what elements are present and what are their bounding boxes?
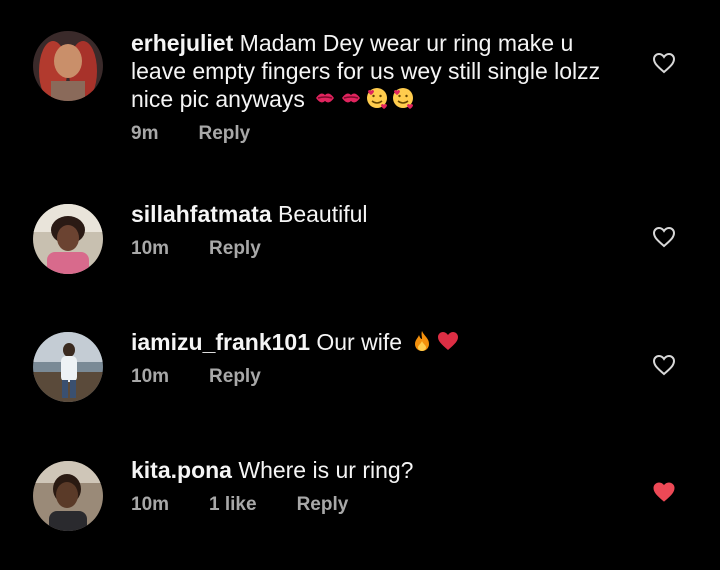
comment-timestamp: 10m bbox=[131, 494, 170, 515]
like-heart-icon[interactable] bbox=[652, 52, 676, 74]
comment-meta: 9m Reply bbox=[131, 123, 631, 145]
fire-icon bbox=[410, 329, 434, 353]
comment-message: Our wife bbox=[316, 329, 403, 355]
comment-username[interactable]: erhejuliet bbox=[131, 30, 233, 56]
comment-text: erhejuliet Madam Dey wear ur ring make u… bbox=[131, 29, 631, 113]
reply-button[interactable]: Reply bbox=[209, 238, 261, 260]
comment-meta: 10m Reply bbox=[131, 238, 631, 260]
like-heart-icon[interactable] bbox=[652, 226, 676, 248]
kiss-mark-icon bbox=[313, 86, 337, 110]
comments-list: erhejuliet Madam Dey wear ur ring make u… bbox=[0, 0, 720, 570]
kiss-mark-icon bbox=[339, 86, 363, 110]
comment-text: sillahfatmata Beautiful bbox=[131, 200, 631, 228]
comment-text: iamizu_frank101 Our wife bbox=[131, 328, 631, 356]
avatar[interactable] bbox=[33, 332, 103, 402]
avatar[interactable] bbox=[33, 461, 103, 531]
red-heart-icon bbox=[436, 329, 460, 353]
comment-username[interactable]: kita.pona bbox=[131, 457, 232, 483]
reply-button[interactable]: Reply bbox=[297, 494, 349, 516]
reply-button[interactable]: Reply bbox=[209, 366, 261, 388]
comment-username[interactable]: sillahfatmata bbox=[131, 201, 272, 227]
like-heart-icon[interactable] bbox=[652, 354, 676, 376]
comment-timestamp: 10m bbox=[131, 238, 170, 259]
smiling-face-with-hearts-icon bbox=[365, 86, 389, 110]
comment-timestamp: 9m bbox=[131, 123, 159, 144]
comment-likes-count[interactable]: 1 like bbox=[209, 494, 257, 516]
avatar[interactable] bbox=[33, 204, 103, 274]
comment-timestamp: 10m bbox=[131, 366, 170, 387]
comment-username[interactable]: iamizu_frank101 bbox=[131, 329, 310, 355]
smiling-face-with-hearts-icon bbox=[391, 86, 415, 110]
comment-message: Beautiful bbox=[278, 201, 368, 227]
comment-meta: 10m Reply bbox=[131, 366, 631, 388]
avatar[interactable] bbox=[33, 31, 103, 101]
comment-meta: 10m 1 like Reply bbox=[131, 494, 631, 516]
comment-text: kita.pona Where is ur ring? bbox=[131, 456, 631, 484]
like-heart-filled-icon[interactable] bbox=[652, 481, 676, 503]
comment-message: Where is ur ring? bbox=[238, 457, 414, 483]
reply-button[interactable]: Reply bbox=[198, 123, 250, 145]
